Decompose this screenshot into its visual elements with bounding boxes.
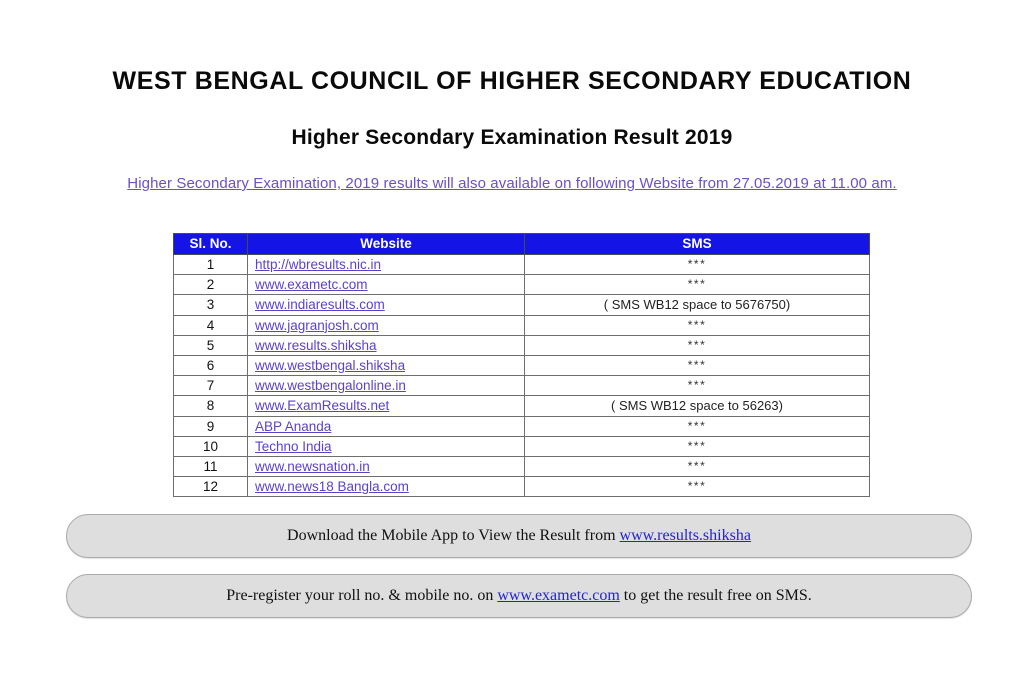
preregister-text: Pre-register your roll no. & mobile no. … bbox=[226, 587, 812, 605]
website-link[interactable]: www.newsnation.in bbox=[255, 459, 370, 474]
website-link[interactable]: www.exametc.com bbox=[255, 277, 368, 292]
table-row: 7 www.westbengalonline.in *** bbox=[173, 375, 870, 397]
cell-sl-no: 2 bbox=[173, 274, 248, 296]
cell-sms-none: *** bbox=[524, 375, 870, 397]
cell-sl-no: 5 bbox=[173, 334, 248, 357]
cell-sl-no: 9 bbox=[173, 415, 248, 437]
website-link[interactable]: www.indiaresults.com bbox=[255, 297, 385, 312]
cell-website: www.news18 Bangla.com bbox=[247, 476, 525, 498]
column-header-sl-no: Sl. No. bbox=[173, 233, 248, 255]
website-link[interactable]: www.westbengalonline.in bbox=[255, 378, 406, 393]
cell-website: www.newsnation.in bbox=[247, 456, 525, 478]
cell-website: www.results.shiksha bbox=[247, 334, 525, 357]
table-row: 5 www.results.shiksha *** bbox=[173, 334, 870, 357]
cell-sl-no: 4 bbox=[173, 314, 248, 336]
website-link[interactable]: Techno India bbox=[255, 439, 332, 454]
cell-website: www.exametc.com bbox=[247, 274, 525, 296]
table-row: 10 Techno India *** bbox=[173, 435, 870, 458]
cell-website: www.westbengalonline.in bbox=[247, 375, 525, 397]
preregister-sms-button[interactable]: Pre-register your roll no. & mobile no. … bbox=[66, 574, 972, 618]
table-row: 11 www.newsnation.in *** bbox=[173, 456, 870, 478]
cell-sms-none: *** bbox=[524, 415, 870, 437]
table-row: 8 www.ExamResults.net ( SMS WB12 space to … bbox=[173, 395, 870, 417]
download-mobile-app-button[interactable]: Download the Mobile App to View the Resu… bbox=[66, 514, 972, 558]
download-app-prefix: Download the Mobile App to View the Resu… bbox=[287, 527, 620, 544]
table-header: Sl. No. Website SMS bbox=[173, 233, 870, 255]
exametc-link[interactable]: www.exametc.com bbox=[497, 587, 619, 604]
website-link[interactable]: www.jagranjosh.com bbox=[255, 318, 379, 333]
cell-sms-none: *** bbox=[524, 355, 870, 377]
cell-sms-none: *** bbox=[524, 435, 870, 458]
preregister-suffix: to get the result free on SMS. bbox=[619, 587, 812, 604]
website-link[interactable]: http://wbresults.nic.in bbox=[255, 257, 381, 272]
cell-sl-no: 1 bbox=[173, 253, 248, 276]
column-header-sms: SMS bbox=[524, 233, 870, 255]
cell-sl-no: 11 bbox=[173, 456, 248, 478]
cell-sms-none: *** bbox=[524, 456, 870, 478]
column-header-website: Website bbox=[247, 233, 525, 255]
cell-sl-no: 8 bbox=[173, 395, 248, 417]
cell-website: http://wbresults.nic.in bbox=[247, 253, 525, 276]
cell-sms-instruction: ( SMS WB12 space to 56263) bbox=[524, 395, 870, 417]
cell-website: www.westbengal.shiksha bbox=[247, 355, 525, 377]
table-row: 2 www.exametc.com *** bbox=[173, 274, 870, 296]
cell-website: www.jagranjosh.com bbox=[247, 314, 525, 336]
table-row: 1 http://wbresults.nic.in *** bbox=[173, 253, 870, 276]
cell-website: www.indiaresults.com bbox=[247, 294, 525, 316]
cell-website: www.ExamResults.net bbox=[247, 395, 525, 417]
cell-sms-none: *** bbox=[524, 476, 870, 498]
cell-website: ABP Ananda bbox=[247, 415, 525, 437]
cell-sl-no: 3 bbox=[173, 294, 248, 316]
table-header-row: Sl. No. Website SMS bbox=[173, 233, 870, 255]
results-website-table: Sl. No. Website SMS 1 http://wbresults.ni… bbox=[173, 233, 870, 498]
cell-website: Techno India bbox=[247, 435, 525, 458]
table-row: 6 www.westbengal.shiksha *** bbox=[173, 355, 870, 377]
website-link[interactable]: www.westbengal.shiksha bbox=[255, 358, 405, 373]
table-row: 4 www.jagranjosh.com *** bbox=[173, 314, 870, 336]
website-link[interactable]: www.ExamResults.net bbox=[255, 398, 389, 413]
cell-sl-no: 7 bbox=[173, 375, 248, 397]
availability-notice: Higher Secondary Examination, 2019 resul… bbox=[127, 175, 897, 192]
table-row: 9 ABP Ananda *** bbox=[173, 415, 870, 437]
cell-sl-no: 10 bbox=[173, 435, 248, 458]
preregister-prefix: Pre-register your roll no. & mobile no. … bbox=[226, 587, 498, 604]
table-row: 12 www.news18 Bangla.com *** bbox=[173, 476, 870, 498]
cell-sl-no: 12 bbox=[173, 476, 248, 498]
website-link[interactable]: www.results.shiksha bbox=[255, 338, 377, 353]
download-app-text: Download the Mobile App to View the Resu… bbox=[287, 527, 751, 545]
website-link[interactable]: www.news18 Bangla.com bbox=[255, 479, 409, 494]
cell-sms-none: *** bbox=[524, 334, 870, 357]
results-shiksha-link[interactable]: www.results.shiksha bbox=[620, 527, 751, 544]
cell-sl-no: 6 bbox=[173, 355, 248, 377]
document-page: WEST BENGAL COUNCIL OF HIGHER SECONDARY … bbox=[0, 0, 1024, 683]
cell-sms-none: *** bbox=[524, 253, 870, 276]
table-body: 1 http://wbresults.nic.in *** 2 www.exametc.… bbox=[173, 253, 870, 498]
website-link[interactable]: ABP Ananda bbox=[255, 419, 331, 434]
cell-sms-instruction: ( SMS WB12 space to 5676750) bbox=[524, 294, 870, 316]
page-subtitle: Higher Secondary Examination Result 2019 bbox=[291, 126, 733, 149]
cell-sms-none: *** bbox=[524, 274, 870, 296]
page-title: WEST BENGAL COUNCIL OF HIGHER SECONDARY … bbox=[112, 67, 912, 95]
cell-sms-none: *** bbox=[524, 314, 870, 336]
table-row: 3 www.indiaresults.com ( SMS WB12 space to… bbox=[173, 294, 870, 316]
